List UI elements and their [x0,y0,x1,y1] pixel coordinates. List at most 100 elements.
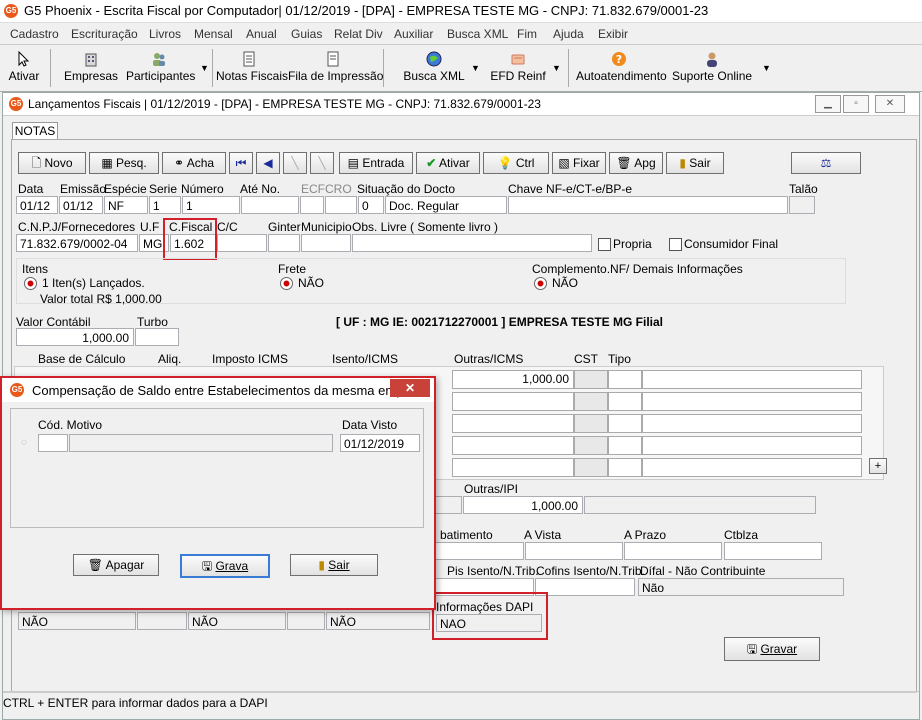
outras-icms-cell[interactable] [452,414,574,433]
especie-field[interactable]: NF [104,196,148,214]
tipo-cell[interactable] [608,436,642,455]
propria-checkbox[interactable] [598,238,611,251]
outras-icms-cell[interactable] [452,458,574,477]
situacao-field[interactable]: Doc. Regular [385,196,507,214]
tab-notas[interactable]: NOTAS [12,122,58,140]
ctrl-button[interactable]: 💡 Ctrl [483,152,549,174]
outras-icms-cell[interactable] [452,436,574,455]
obs-field[interactable] [352,234,592,252]
cofins-isento-field[interactable] [535,578,635,596]
turbo-field[interactable] [135,328,179,346]
menu-escrituracao[interactable]: Escrituração [71,27,138,41]
bottom-field-2[interactable] [137,612,187,630]
sair-button[interactable]: ▮ Sair [666,152,724,174]
complemento-radio-icon[interactable] [534,277,547,290]
data-field[interactable]: 01/12 [16,196,58,214]
cc-field[interactable] [217,234,267,252]
empresas-tool-button[interactable]: Empresas [64,45,118,89]
notas-fiscais-tool-button[interactable]: Notas Fiscais [216,45,288,89]
suporte-online-tool-button[interactable]: Suporte Online [672,45,752,89]
a-vista-field[interactable] [525,542,623,560]
pesq-button[interactable]: ▦ Pesq. [89,152,159,174]
tipo-cell[interactable] [608,414,642,433]
valor-contabil-field[interactable]: 1,000.00 [16,328,134,346]
situacao-code-field[interactable]: 0 [358,196,384,214]
balance-button[interactable]: ⚖ [791,152,861,174]
difal-field[interactable]: Não [638,578,844,596]
bottom-field-5[interactable]: NÃO [326,612,430,630]
menu-auxiliar[interactable]: Auxiliar [394,27,433,41]
frete-radio-icon[interactable] [280,277,293,290]
previous-record-button[interactable]: ◀ [256,152,280,174]
serie-field[interactable]: 1 [149,196,181,214]
participantes-tool-button[interactable]: Participantes [126,45,195,89]
fixar-button[interactable]: ▧ Fixar [552,152,606,174]
menu-mensal[interactable]: Mensal [194,27,233,41]
gravar-button[interactable]: 🖫 Gravar [724,637,820,661]
outras-icms-cell[interactable] [452,392,574,411]
first-record-button[interactable]: ⏮ [229,152,253,174]
cod-motivo-field[interactable] [38,434,68,452]
menu-fim[interactable]: Fim [517,27,537,41]
emissao-field[interactable]: 01/12 [59,196,103,214]
apagar-button[interactable]: 🗑 Apagar [73,554,159,576]
outras-icms-cell[interactable]: 1,000.00 [452,370,574,389]
ate-no-field[interactable] [241,196,299,214]
municipio-field[interactable] [301,234,351,252]
busca-xml-dropdown-icon[interactable]: ▼ [471,63,480,73]
fila-impressao-tool-button[interactable]: Fila de Impressão [288,45,383,89]
last-record-button[interactable]: ╲ [310,152,334,174]
tipo-cell[interactable] [608,458,642,477]
bottom-field-4[interactable] [287,612,325,630]
close-window-button[interactable]: ✕ [875,95,905,113]
participantes-dropdown-icon[interactable]: ▼ [200,63,209,73]
dialog-sair-button[interactable]: ▮ Sair [290,554,378,576]
tipo-cell[interactable] [608,392,642,411]
cnpj-field[interactable]: 71.832.679/0002-04 [16,234,138,252]
ecf-field[interactable] [300,196,324,214]
apg-button[interactable]: 🗑 Apg [609,152,663,174]
maximize-button[interactable]: ▫ [843,95,869,113]
minimize-button[interactable]: ▁ [815,95,841,113]
chave-field[interactable] [508,196,788,214]
ginter-field[interactable] [268,234,300,252]
menu-cadastro[interactable]: Cadastro [10,27,59,41]
novo-button[interactable]: 🗋 Novo [18,152,86,174]
data-visto-field[interactable]: 01/12/2019 [340,434,420,452]
acha-button[interactable]: ⚭ Acha [162,152,226,174]
entrada-button[interactable]: ▤ Entrada [339,152,413,174]
tipo-cell[interactable] [608,370,642,389]
grava-button[interactable]: 🖫 Grava [180,554,270,578]
close-icon[interactable]: ✕ [390,379,430,397]
cst-cell[interactable] [574,370,608,389]
efd-reinf-dropdown-icon[interactable]: ▼ [552,63,561,73]
talao-field[interactable] [789,196,815,214]
ativar-button[interactable]: ✔ Ativar [416,152,480,174]
outras-ipi-field[interactable]: 1,000.00 [463,496,583,514]
menu-guias[interactable]: Guias [291,27,322,41]
menu-busca-xml[interactable]: Busca XML [447,27,508,41]
busca-xml-tool-button[interactable]: Busca XML [402,45,466,89]
cst-cell[interactable] [574,392,608,411]
consumidor-final-checkbox[interactable] [669,238,682,251]
autoatendimento-tool-button[interactable]: ? Autoatendimento [576,45,667,89]
menu-ajuda[interactable]: Ajuda [553,27,584,41]
itens-radio-icon[interactable] [24,277,37,290]
cst-cell[interactable] [574,414,608,433]
ipi-field[interactable] [432,496,462,514]
ativar-tool-button[interactable]: Ativar [6,45,42,89]
bottom-field-3[interactable]: NÃO [188,612,286,630]
menu-relat-div[interactable]: Relat Div [334,27,383,41]
numero-field[interactable]: 1 [182,196,240,214]
cst-cell[interactable] [574,458,608,477]
menu-anual[interactable]: Anual [246,27,277,41]
ctblza-field[interactable] [724,542,822,560]
add-row-button[interactable]: + [869,458,887,474]
a-prazo-field[interactable] [624,542,722,560]
menu-exibir[interactable]: Exibir [598,27,628,41]
bottom-field-1[interactable]: NÃO [18,612,136,630]
menu-livros[interactable]: Livros [149,27,181,41]
efd-reinf-tool-button[interactable]: EFD Reinf [488,45,548,89]
suporte-dropdown-icon[interactable]: ▼ [762,63,771,73]
abatimento-field[interactable] [432,542,524,560]
